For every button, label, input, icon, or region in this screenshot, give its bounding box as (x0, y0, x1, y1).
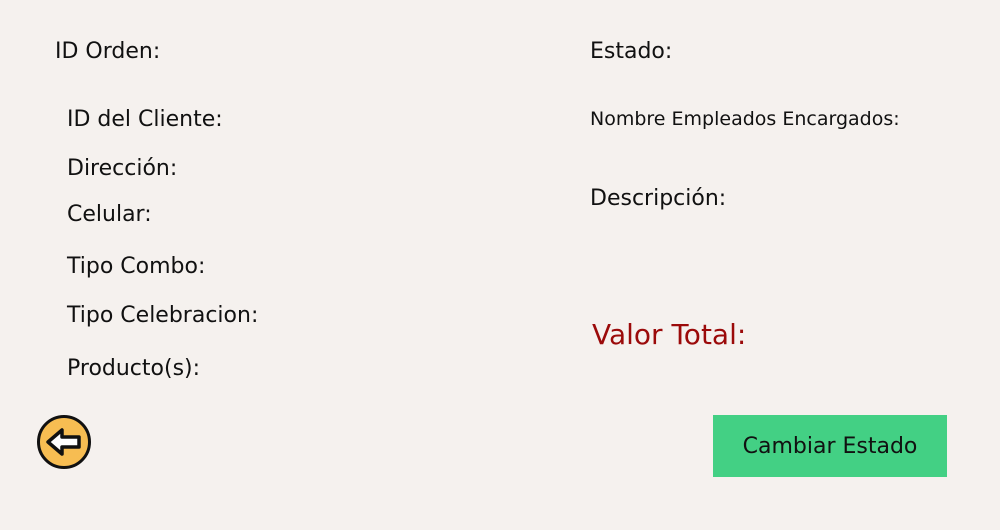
description-label: Descripción: (590, 186, 727, 211)
celebration-type-label: Tipo Celebracion: (67, 303, 259, 328)
client-id-label: ID del Cliente: (67, 107, 223, 132)
combo-type-label: Tipo Combo: (67, 254, 206, 279)
order-id-label: ID Orden: (55, 39, 161, 64)
arrow-left-icon (46, 427, 82, 457)
address-label: Dirección: (67, 156, 178, 181)
change-status-button[interactable]: Cambiar Estado (713, 415, 947, 477)
phone-label: Celular: (67, 202, 152, 227)
status-label: Estado: (590, 39, 673, 64)
back-button[interactable] (37, 415, 91, 469)
products-label: Producto(s): (67, 356, 201, 381)
employees-label: Nombre Empleados Encargados: (590, 108, 900, 130)
total-value-label: Valor Total: (592, 318, 747, 351)
